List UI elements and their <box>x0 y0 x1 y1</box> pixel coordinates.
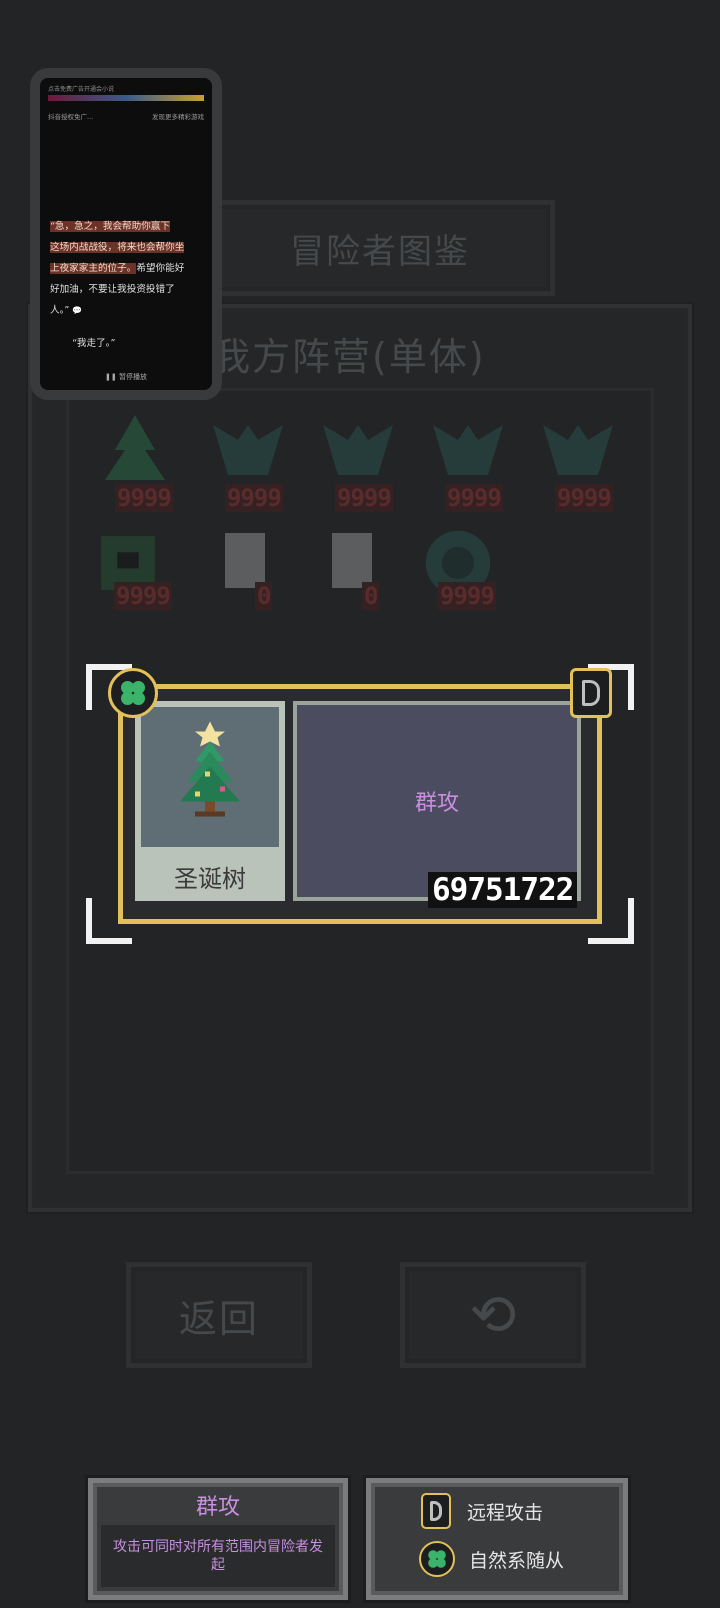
unit-hp: 9999 <box>225 484 283 512</box>
back-button[interactable]: 返回 <box>126 1262 312 1368</box>
mini-player-header: 点击免费广告开通会小说 抖音授权免广... 发现更多精彩游戏 <box>48 84 204 121</box>
unit-hp: 9999 <box>555 484 613 512</box>
mini-video-player[interactable]: 点击免费广告开通会小说 抖音授权免广... 发现更多精彩游戏 “急，急之，我会帮… <box>30 68 222 400</box>
ranged-icon <box>570 668 612 718</box>
mini-story-text: “急，急之，我会帮助你赢下 这场内战战役，将来也会帮你坐 上夜家家主的位子。希望… <box>50 216 210 354</box>
mini-link-left[interactable]: 抖音授权免广... <box>48 111 93 121</box>
skill-name: 群攻 <box>414 791 459 816</box>
story-line-3-rest: 希望你能好 <box>136 263 185 274</box>
mini-pause-control[interactable]: ❚❚ 暂停播放 <box>40 372 212 382</box>
unit-card: 圣诞树 群攻 69751722 <box>86 664 634 944</box>
story-line-2: 这场内战战役，将来也会帮你坐 <box>50 242 185 253</box>
pause-label: 暂停播放 <box>118 373 147 381</box>
portrait-column: 圣诞树 <box>135 701 285 901</box>
clover-icon <box>108 668 158 718</box>
panel-title: 我方阵营(单体) <box>212 335 486 379</box>
codex-button-label: 冒险者图鉴 <box>290 231 470 272</box>
ghost-unit[interactable] <box>312 520 398 606</box>
unit-hp: 9999 <box>438 582 496 610</box>
unit-name: 圣诞树 <box>174 865 246 893</box>
trait-label: 远程攻击 <box>467 1501 544 1524</box>
story-line-4: 好加油，不要让我投资投错了 <box>50 284 175 295</box>
trait-nature: 自然系随从 <box>419 1541 564 1577</box>
unit-hp: 0 <box>255 582 273 610</box>
unit-hp: 9999 <box>445 484 503 512</box>
refresh-button[interactable]: ⟲ <box>400 1262 586 1368</box>
story-line-3-highlight: 上夜家家主的位子。 <box>50 263 137 274</box>
units-row-2: 9999 0 0 9999 <box>80 520 640 630</box>
story-line-1: “急，急之，我会帮助你赢下 <box>50 221 171 232</box>
comment-icon: 💬 <box>72 306 83 315</box>
units-row-1: 9999 9999 9999 9999 9999 <box>95 410 655 520</box>
skill-tooltip-title: 群攻 <box>195 1495 240 1520</box>
clover-icon <box>419 1541 455 1577</box>
mini-top-link[interactable]: 点击免费广告开通会小说 <box>48 84 204 93</box>
skill-tooltip-desc: 攻击可同时对所有范围内冒险者发起 <box>113 1539 323 1573</box>
unit-power-number: 69751722 <box>428 872 578 908</box>
back-button-label: 返回 <box>178 1296 259 1341</box>
ghost-unit[interactable] <box>205 520 291 606</box>
refresh-icon: ⟲ <box>469 1282 517 1348</box>
unit-hp: 9999 <box>114 582 172 610</box>
christmas-tree-icon <box>180 721 240 817</box>
pause-icon: ❚❚ <box>105 373 117 381</box>
trait-label: 自然系随从 <box>469 1549 565 1572</box>
codex-button[interactable]: 冒险者图鉴 <box>205 200 555 296</box>
trait-ranged: 远程攻击 <box>421 1493 543 1529</box>
skill-tooltip-desc-box: 攻击可同时对所有范围内冒险者发起 <box>101 1525 335 1587</box>
unit-hp: 9999 <box>335 484 393 512</box>
skill-panel: 群攻 <box>293 701 581 901</box>
ranged-icon <box>421 1493 451 1529</box>
traits-tooltip: 远程攻击 自然系随从 <box>366 1478 628 1600</box>
story-line-5: 人。” <box>50 305 70 316</box>
mini-link-right[interactable]: 发现更多精彩游戏 <box>152 111 204 121</box>
unit-hp: 0 <box>362 582 380 610</box>
mini-banner-strip <box>48 95 204 101</box>
unit-hp: 9999 <box>115 484 173 512</box>
portrait-box <box>141 707 279 847</box>
skill-tooltip: 群攻 攻击可同时对所有范围内冒险者发起 <box>88 1478 348 1600</box>
story-line-6: “我走了。” <box>72 338 116 349</box>
